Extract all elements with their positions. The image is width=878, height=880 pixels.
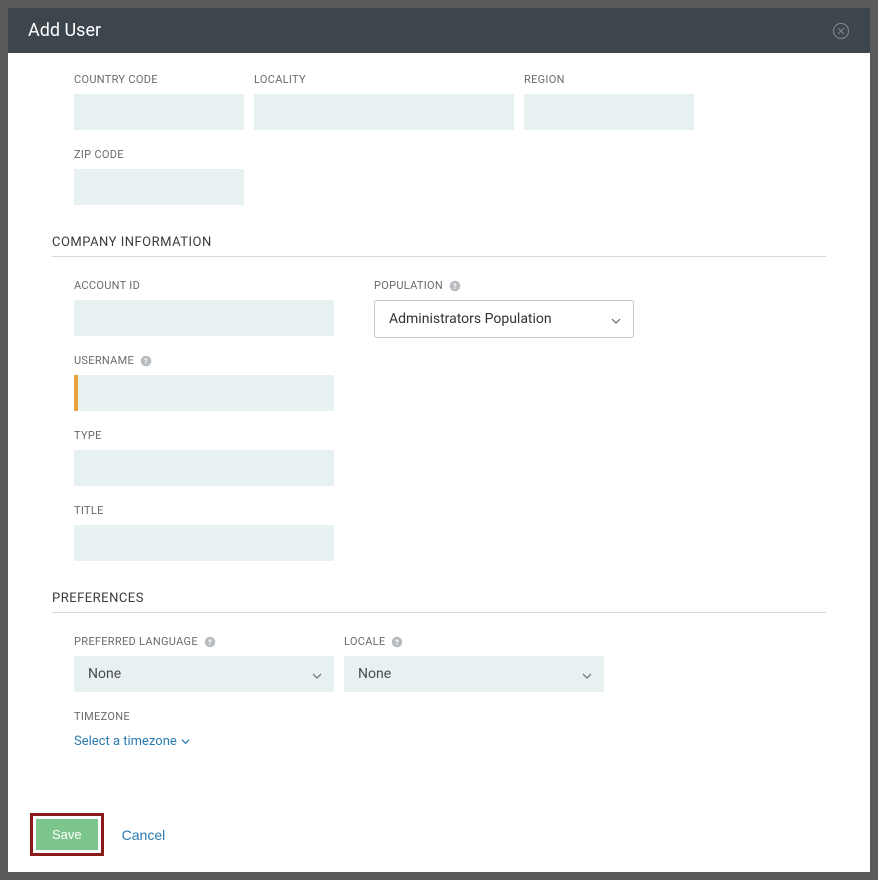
- modal-footer: Save Cancel: [8, 797, 870, 872]
- locale-label-text: Locale: [344, 635, 385, 648]
- locality-input[interactable]: [254, 94, 514, 130]
- timezone-action-text: Select a timezone: [74, 734, 177, 749]
- zip-code-label: Zip Code: [74, 148, 244, 161]
- locale-value: None: [358, 666, 391, 682]
- preferences-section-title: Preferences: [52, 591, 826, 613]
- type-input[interactable]: [74, 450, 334, 486]
- account-id-input[interactable]: [74, 300, 334, 336]
- modal-header: Add User: [8, 8, 870, 53]
- preferred-language-label-text: Preferred Language: [74, 635, 198, 648]
- svg-text:?: ?: [144, 357, 148, 366]
- chevron-down-icon: [312, 669, 322, 679]
- help-icon[interactable]: ?: [140, 355, 152, 367]
- population-label: Population ?: [374, 279, 634, 292]
- account-id-label: Account ID: [74, 279, 334, 292]
- svg-text:?: ?: [453, 282, 457, 291]
- svg-text:?: ?: [395, 638, 399, 647]
- username-label: Username ?: [74, 354, 334, 367]
- select-timezone-link[interactable]: Select a timezone: [74, 734, 334, 749]
- locality-label: Locality: [254, 73, 514, 86]
- population-label-text: Population: [374, 279, 443, 292]
- chevron-down-icon: [181, 737, 190, 746]
- username-label-text: Username: [74, 354, 134, 367]
- locale-select[interactable]: None: [344, 656, 604, 692]
- help-icon[interactable]: ?: [391, 636, 403, 648]
- svg-text:?: ?: [208, 638, 212, 647]
- save-button[interactable]: Save: [36, 819, 98, 850]
- population-select[interactable]: Administrators Population: [374, 300, 634, 338]
- region-label: Region: [524, 73, 694, 86]
- save-highlight-box: Save: [30, 813, 104, 856]
- modal-body: Country Code Locality Region Zip Code: [8, 53, 870, 797]
- region-input[interactable]: [524, 94, 694, 130]
- company-section-title: Company Information: [52, 235, 826, 257]
- modal-title: Add User: [28, 20, 101, 41]
- preferred-language-value: None: [88, 666, 121, 682]
- preferred-language-label: Preferred Language ?: [74, 635, 334, 648]
- country-code-label: Country Code: [74, 73, 244, 86]
- type-label: Type: [74, 429, 334, 442]
- cancel-button[interactable]: Cancel: [122, 827, 166, 843]
- add-user-modal: Add User Country Code Locality: [8, 8, 870, 872]
- locale-label: Locale ?: [344, 635, 604, 648]
- zip-code-input[interactable]: [74, 169, 244, 205]
- timezone-label: Timezone: [74, 710, 334, 723]
- chevron-down-icon: [582, 669, 592, 679]
- close-icon[interactable]: [832, 22, 850, 40]
- title-input[interactable]: [74, 525, 334, 561]
- help-icon[interactable]: ?: [449, 280, 461, 292]
- username-input[interactable]: [74, 375, 334, 411]
- help-icon[interactable]: ?: [204, 636, 216, 648]
- population-value: Administrators Population: [389, 311, 552, 327]
- chevron-down-icon: [611, 314, 621, 324]
- title-label: Title: [74, 504, 334, 517]
- country-code-input[interactable]: [74, 94, 244, 130]
- preferred-language-select[interactable]: None: [74, 656, 334, 692]
